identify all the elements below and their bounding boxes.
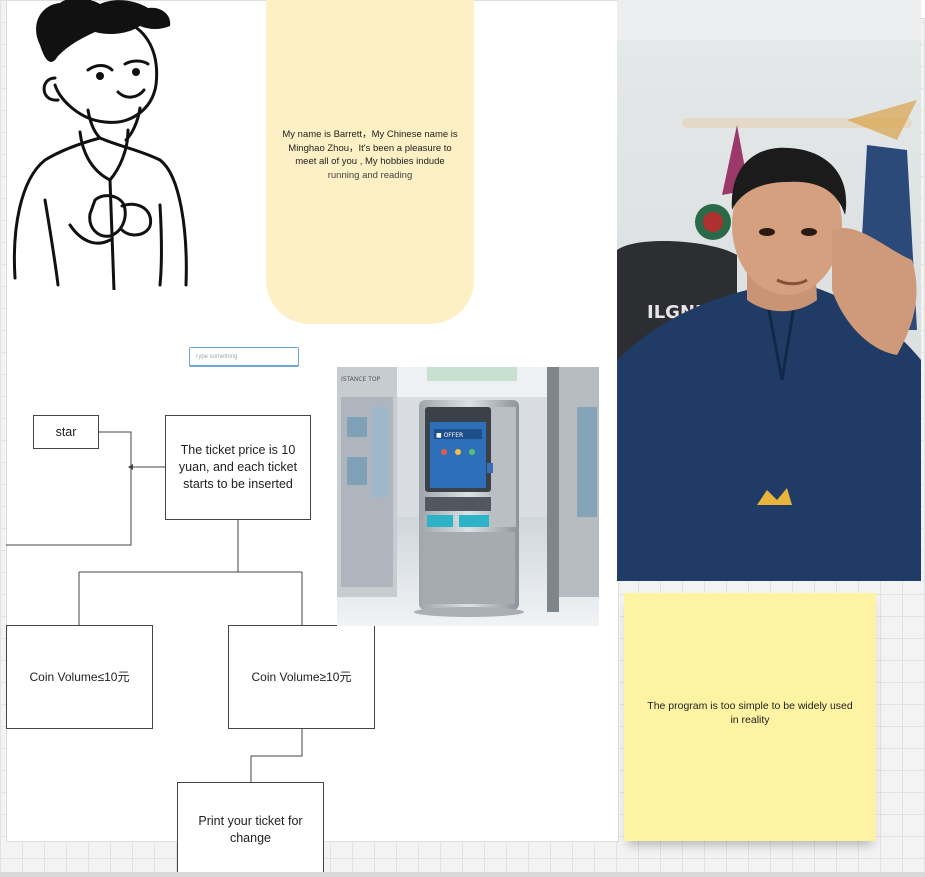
profile-photo[interactable]: ILGNIT <box>617 0 921 581</box>
flow-node-ticket-price[interactable]: The ticket price is 10 yuan, and each ti… <box>165 415 311 520</box>
flow-node-coin-low[interactable]: Coin Volume≤10元 <box>6 625 153 729</box>
flow-node-coin-high[interactable]: Coin Volume≥10元 <box>228 625 375 729</box>
sticky-note-text: The program is too simple to be widely u… <box>647 700 853 726</box>
ticket-kiosk-image[interactable]: ISTANCE TOP ■ OFFER <box>337 367 599 626</box>
kiosk-screen-text: ■ OFFER <box>436 432 463 439</box>
bottom-scrollbar[interactable] <box>0 872 925 877</box>
kiosk-sign-text: ISTANCE TOP <box>341 376 381 383</box>
sticky-note[interactable]: The program is too simple to be widely u… <box>624 593 876 841</box>
flow-node-print-ticket[interactable]: Print your ticket for change <box>177 782 324 877</box>
flow-node-start[interactable]: star <box>33 415 99 449</box>
